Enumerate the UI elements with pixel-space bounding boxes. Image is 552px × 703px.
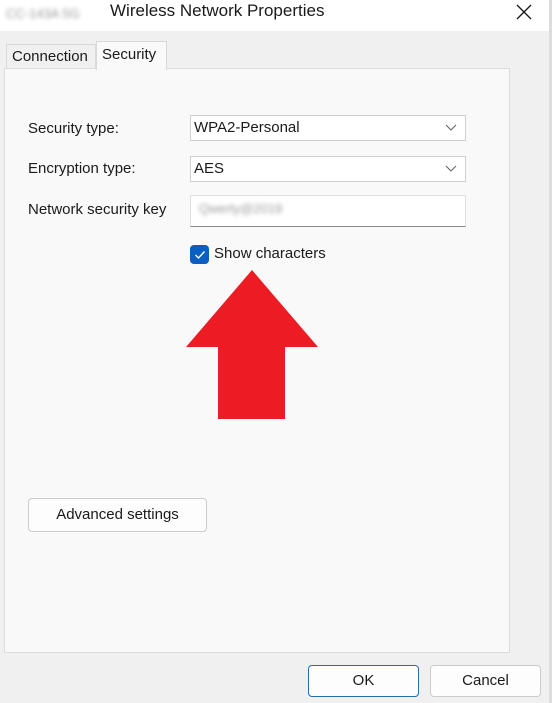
security-type-dropdown[interactable]: WPA2-Personal [190,115,466,141]
network-key-value-redacted: Qwerty@2019 [199,201,283,216]
close-button[interactable] [512,0,536,24]
encryption-type-label: Encryption type: [28,160,136,177]
security-type-label: Security type: [28,120,119,137]
encryption-type-dropdown[interactable]: AES [190,156,466,182]
ok-button[interactable]: OK [308,665,419,697]
window-title: Wireless Network Properties [110,1,325,20]
tab-security[interactable]: Security [96,41,167,70]
advanced-settings-button[interactable]: Advanced settings [28,498,207,532]
network-name-redacted: CC-143A 5G [6,6,80,21]
network-key-input[interactable]: Qwerty@2019 [190,195,466,227]
show-characters-label: Show characters [214,245,326,262]
chevron-down-icon [445,124,457,131]
encryption-type-value: AES [194,160,225,177]
tab-connection[interactable]: Connection [6,44,96,68]
title-bar: CC-143A 5G Wireless Network Properties [0,0,552,31]
show-characters-checkbox[interactable] [190,245,209,264]
red-up-arrow-icon [186,270,318,419]
security-type-value: WPA2-Personal [194,119,300,136]
close-icon [516,4,532,20]
network-key-label: Network security key [28,201,167,218]
checkmark-icon [194,250,205,259]
cancel-button[interactable]: Cancel [430,665,541,697]
chevron-down-icon [445,165,457,172]
